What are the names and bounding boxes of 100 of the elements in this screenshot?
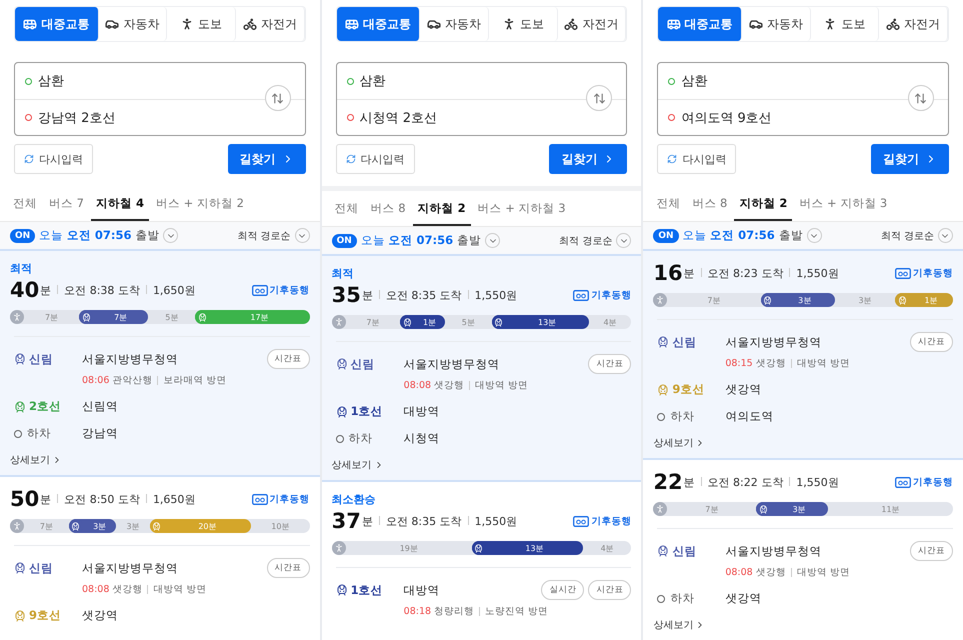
line-label: 9호선 bbox=[657, 382, 726, 397]
schedule-button[interactable]: 시간표 bbox=[910, 332, 953, 352]
segment-duration: 7분 bbox=[706, 294, 722, 306]
segment-duration: 7분 bbox=[113, 312, 128, 322]
reset-button[interactable]: 다시입력 bbox=[336, 144, 415, 174]
segment-duration: 5분 bbox=[164, 312, 180, 322]
route-tag: 최적 bbox=[10, 261, 310, 276]
station-name: 시청역 bbox=[404, 431, 441, 446]
origin-field[interactable]: 삼환 bbox=[15, 63, 305, 99]
result-tab[interactable]: 버스 8 bbox=[687, 186, 732, 221]
walking-person-icon bbox=[10, 310, 24, 324]
dropdown-icon[interactable] bbox=[294, 228, 310, 243]
duration: 16 bbox=[653, 261, 683, 285]
card-icon bbox=[252, 494, 268, 504]
sort-dropdown[interactable]: 최적 경로순 bbox=[237, 228, 291, 242]
bicycle-icon bbox=[886, 17, 900, 31]
swap-button[interactable] bbox=[586, 85, 612, 111]
dropdown-icon[interactable] bbox=[938, 228, 953, 243]
result-tab[interactable]: 전체 bbox=[8, 186, 42, 221]
bus-icon bbox=[666, 17, 681, 31]
duration-unit: 분 bbox=[684, 475, 695, 490]
result-tab[interactable]: 버스 7 bbox=[44, 186, 89, 221]
card-icon bbox=[894, 268, 911, 278]
line-label: 신림 bbox=[14, 352, 82, 366]
walking-person-icon bbox=[653, 293, 668, 307]
duration-unit: 분 bbox=[40, 492, 52, 507]
alight-icon bbox=[657, 412, 666, 420]
sort-dropdown[interactable]: 최적 경로순 bbox=[880, 228, 934, 242]
departure-label: 출발 bbox=[135, 228, 160, 243]
segment-duration: 1분 bbox=[924, 294, 939, 306]
origin-icon bbox=[346, 78, 354, 84]
line-label: 신림 bbox=[336, 356, 404, 372]
details-link[interactable]: 상세보기 bbox=[332, 458, 632, 472]
route-card[interactable]: 최적 40분 오전 8:38 도착 1,650원 기후동행 7분 7분 5분 17분 신림 서울지방병무청역 시간표 08:06 관악산행 보라매역 방면 2호선 신림역 하차 강남역 상세보기 bbox=[0, 251, 320, 477]
toggle-switch[interactable]: ON bbox=[332, 234, 357, 248]
schedule-button[interactable]: 시간표 bbox=[588, 354, 632, 374]
segment-duration: 7분 bbox=[365, 316, 380, 328]
fare: 1,550원 bbox=[468, 514, 518, 528]
station-name: 대방역 bbox=[404, 582, 441, 598]
schedule-button[interactable]: 시간표 bbox=[910, 541, 953, 561]
dropdown-icon[interactable] bbox=[163, 228, 178, 243]
swap-button[interactable] bbox=[264, 85, 291, 111]
toggle-switch[interactable]: ON bbox=[10, 228, 36, 242]
route-card[interactable]: 16 분 오전 8:23 도착 1,550원 기후동행 7분 3분 3분 1분 신림 서울지방병무청역 시간표 08:15 샛강행 대방역 방면 9호선 샛강역 하차 여의도역 상세보기 bbox=[643, 251, 963, 460]
train-icon bbox=[657, 545, 670, 557]
sort-dropdown[interactable]: 최적 경로순 bbox=[559, 234, 612, 248]
reset-button[interactable]: 다시입력 bbox=[657, 144, 736, 174]
alight-icon bbox=[336, 434, 344, 442]
destination-icon bbox=[346, 114, 354, 121]
bicycle-icon bbox=[242, 17, 257, 31]
dropdown-icon[interactable] bbox=[616, 233, 632, 248]
origin-field[interactable]: 삼환 bbox=[336, 63, 626, 99]
reset-button[interactable]: 다시입력 bbox=[14, 144, 93, 174]
result-tab[interactable]: 전체 bbox=[330, 191, 364, 226]
refresh-icon bbox=[346, 154, 356, 164]
result-tab[interactable]: 버스 8 bbox=[366, 191, 411, 226]
mode-tab[interactable]: 대중교통 bbox=[658, 7, 742, 41]
arrival-time: 오전 8:23 도착 bbox=[700, 266, 784, 280]
alight-icon bbox=[14, 430, 22, 438]
bicycle-icon bbox=[564, 17, 578, 31]
card-icon bbox=[573, 516, 590, 526]
segment-duration: 3분 bbox=[92, 520, 108, 532]
route-tag: 최소환승 bbox=[332, 492, 632, 507]
segment-duration: 13분 bbox=[524, 542, 545, 554]
arrival-time: 오전 8:35 도착 bbox=[378, 514, 462, 528]
arrival-time: 오전 8:50 도착 bbox=[57, 492, 140, 506]
origin-icon bbox=[25, 78, 32, 84]
result-tab[interactable]: 버스 + 지하철 3 bbox=[472, 191, 571, 226]
toggle-switch[interactable]: ON bbox=[653, 228, 679, 242]
fare: 1,550원 bbox=[468, 288, 518, 302]
search-button[interactable]: 길찾기 bbox=[870, 144, 949, 174]
dropdown-icon[interactable] bbox=[485, 233, 500, 248]
search-button[interactable]: 길찾기 bbox=[228, 144, 306, 174]
origin-field[interactable]: 삼환 bbox=[658, 63, 948, 99]
schedule-button[interactable]: 시간표 bbox=[266, 558, 310, 578]
result-tab[interactable]: 버스 + 지하철 3 bbox=[794, 186, 892, 221]
swap-button[interactable] bbox=[908, 85, 934, 111]
departure-info: 08:08 샛강행 대방역 방면 bbox=[82, 583, 208, 596]
schedule-button[interactable]: 실시간 bbox=[541, 580, 584, 600]
mode-tab[interactable]: 대중교통 bbox=[15, 7, 99, 41]
departure-info: 08:06 관악산행 보라매역 방면 bbox=[82, 374, 228, 387]
result-tab[interactable]: 전체 bbox=[651, 186, 686, 221]
refresh-icon bbox=[24, 154, 34, 164]
line-label: 2호선 bbox=[14, 399, 82, 414]
dropdown-icon[interactable] bbox=[806, 228, 822, 243]
segment-duration: 1분 bbox=[422, 316, 438, 328]
climate-pass-label: 기후동행 bbox=[591, 288, 632, 302]
details-link[interactable]: 상세보기 bbox=[653, 618, 953, 632]
schedule-button[interactable]: 시간표 bbox=[588, 580, 632, 600]
result-tab[interactable]: 버스 + 지하철 2 bbox=[151, 186, 249, 221]
details-link[interactable]: 상세보기 bbox=[10, 453, 310, 467]
mode-tab[interactable]: 대중교통 bbox=[336, 7, 420, 41]
schedule-button[interactable]: 시간표 bbox=[266, 349, 310, 369]
line-label: 9호선 bbox=[14, 608, 82, 623]
search-button[interactable]: 길찾기 bbox=[549, 144, 628, 174]
segment-duration: 7분 bbox=[44, 312, 60, 322]
details-link[interactable]: 상세보기 bbox=[653, 436, 953, 450]
station-name: 서울지방병무청역 bbox=[82, 352, 179, 366]
route-card[interactable]: 최적 35 분 오전 8:35 도착 1,550원 기후동행 7분 1분 5분 13분 4분 신림 서울지방병무청역 시간표 08:08 샛강행 대방역 방면 1호선 대방역 하차 시청역 상세보기 bbox=[322, 256, 642, 482]
climate-pass-label: 기후동행 bbox=[912, 266, 953, 280]
